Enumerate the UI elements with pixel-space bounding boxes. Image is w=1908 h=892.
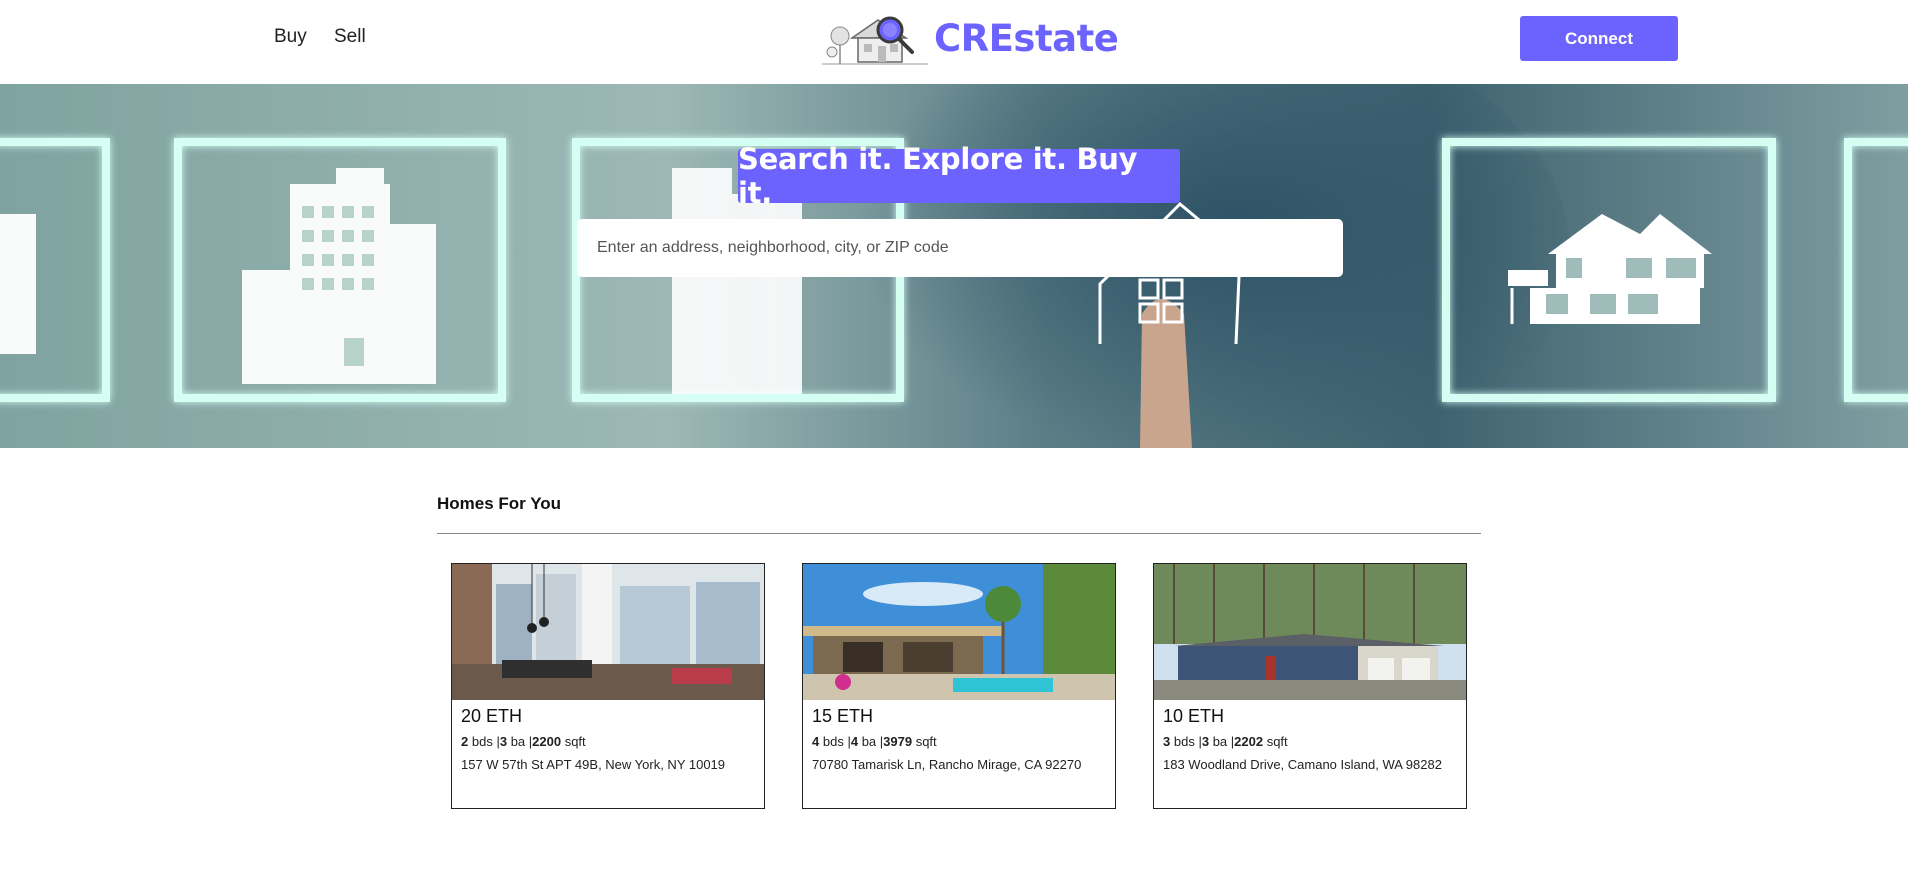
beds-count: 4 xyxy=(812,734,820,749)
baths-unit: ba xyxy=(861,734,877,749)
beds-count: 2 xyxy=(461,734,469,749)
home-card[interactable]: 10 ETH 3 bds |3 ba |2202 sqft 183 Woodla… xyxy=(1153,563,1467,809)
sqft-count: 2200 xyxy=(532,734,562,749)
logo[interactable]: CREstate xyxy=(820,8,1119,68)
home-address: 183 Woodland Drive, Camano Island, WA 98… xyxy=(1163,757,1442,772)
section-divider xyxy=(437,533,1481,534)
beds-unit: bds xyxy=(1173,734,1195,749)
top-header: Buy Sell CREstate Connect xyxy=(0,0,1908,84)
baths-count: 3 xyxy=(1201,734,1210,749)
home-photo-apartment-interior xyxy=(452,564,764,700)
home-address: 157 W 57th St APT 49B, New York, NY 1001… xyxy=(461,757,726,772)
sqft-count: 2202 xyxy=(1234,734,1264,749)
homes-section-title: Homes For You xyxy=(437,494,562,513)
home-specs: 2 bds |3 ba |2200 sqft xyxy=(461,734,586,749)
address-search-input[interactable] xyxy=(577,219,1343,277)
sqft-unit: sqft xyxy=(1266,734,1288,749)
hero-title: Search it. Explore it. Buy it. xyxy=(738,142,1180,210)
home-photo-desert-house-pool xyxy=(803,564,1115,700)
home-card[interactable]: 15 ETH 4 bds |4 ba |3979 sqft 70780 Tama… xyxy=(802,563,1116,809)
beds-unit: bds xyxy=(822,734,844,749)
home-address: 70780 Tamarisk Ln, Rancho Mirage, CA 922… xyxy=(812,757,1082,772)
home-photo-woodland-house xyxy=(1154,564,1466,700)
beds-count: 3 xyxy=(1163,734,1171,749)
home-price: 20 ETH xyxy=(461,706,523,726)
logo-text: CREstate xyxy=(934,16,1119,60)
baths-unit: ba xyxy=(1212,734,1228,749)
sqft-unit: sqft xyxy=(915,734,937,749)
hero-banner: Search it. Explore it. Buy it. xyxy=(0,84,1908,448)
beds-unit: bds xyxy=(471,734,493,749)
home-specs: 3 bds |3 ba |2202 sqft xyxy=(1163,734,1288,749)
nav-sell-link[interactable]: Sell xyxy=(334,26,366,48)
sqft-count: 3979 xyxy=(883,734,913,749)
sqft-unit: sqft xyxy=(564,734,586,749)
nav-buy-link[interactable]: Buy xyxy=(274,26,307,48)
connect-button[interactable]: Connect xyxy=(1520,16,1678,61)
baths-count: 4 xyxy=(850,734,859,749)
house-magnifier-logo-icon xyxy=(822,16,928,65)
baths-count: 3 xyxy=(499,734,508,749)
home-price: 10 ETH xyxy=(1163,706,1225,726)
baths-unit: ba xyxy=(510,734,526,749)
home-card[interactable]: 20 ETH 2 bds |3 ba |2200 sqft 157 W 57th… xyxy=(451,563,765,809)
home-price: 15 ETH xyxy=(812,706,874,726)
home-specs: 4 bds |4 ba |3979 sqft xyxy=(812,734,937,749)
